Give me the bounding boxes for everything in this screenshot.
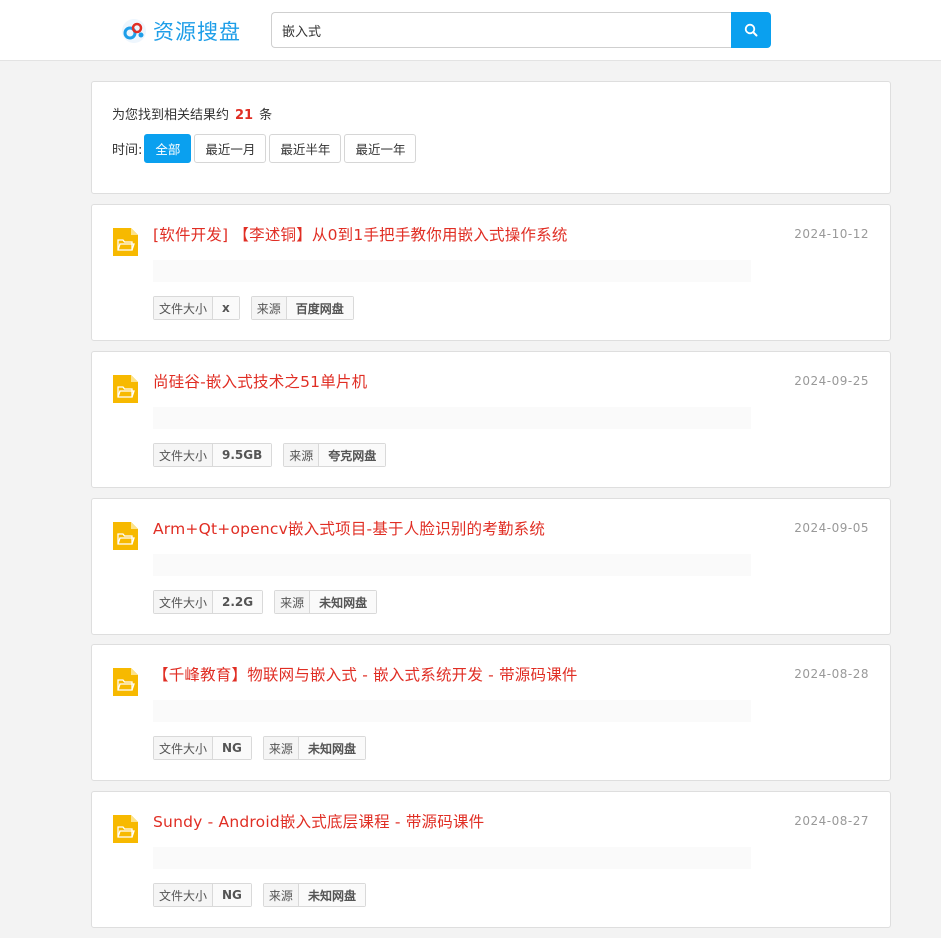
time-filter-last-month[interactable]: 最近一月	[194, 134, 267, 163]
folder-icon	[113, 668, 138, 696]
source-tag: 来源 未知网盘	[274, 590, 378, 614]
source-value: 未知网盘	[298, 737, 365, 759]
result-date: 2024-08-28	[794, 667, 869, 681]
logo-text: 资源搜盘	[153, 20, 241, 44]
source-tag: 来源 未知网盘	[262, 736, 366, 760]
time-filter-last-half-year[interactable]: 最近半年	[269, 134, 342, 163]
result-snippet-placeholder	[153, 260, 751, 282]
result-count-suffix: 条	[259, 108, 273, 123]
file-size-tag: 文件大小 2.2G	[153, 590, 264, 614]
file-size-value: x	[213, 297, 239, 319]
time-filter-label: 时间:	[112, 143, 143, 158]
result-snippet-placeholder	[153, 847, 751, 869]
file-size-value: NG	[213, 737, 251, 759]
result-count-prefix: 为您找到相关结果约	[112, 108, 230, 123]
folder-icon	[113, 375, 138, 403]
source-label: 来源	[263, 737, 299, 759]
source-label: 来源	[275, 591, 311, 613]
result-date: 2024-09-25	[794, 374, 869, 388]
file-size-label: 文件大小	[154, 591, 214, 613]
file-size-tag: 文件大小 NG	[153, 736, 252, 760]
result-meta: 文件大小 NG 来源 未知网盘	[153, 736, 377, 760]
site-logo[interactable]: 资源搜盘	[121, 16, 241, 46]
result-date: 2024-10-12	[794, 227, 869, 241]
result-title-link[interactable]: 【千峰教育】物联网与嵌入式 - 嵌入式系统开发 - 带源码课件	[153, 663, 578, 685]
file-size-tag: 文件大小 NG	[153, 883, 252, 907]
time-filter-last-year[interactable]: 最近一年	[344, 134, 417, 163]
result-title-link[interactable]: Sundy - Android嵌入式底层课程 - 带源码课件	[153, 810, 484, 832]
folder-icon	[113, 815, 138, 843]
result-meta: 文件大小 NG 来源 未知网盘	[153, 883, 377, 907]
result-meta: 文件大小 2.2G 来源 未知网盘	[153, 590, 388, 614]
file-size-label: 文件大小	[154, 737, 214, 759]
result-item: Arm+Qt+opencv嵌入式项目-基于人脸识别的考勤系统 2024-09-0…	[91, 498, 891, 635]
source-value: 夸克网盘	[319, 444, 386, 466]
result-count: 21	[235, 108, 254, 123]
result-item: [软件开发] 【李述铜】从0到1手把手教你用嵌入式操作系统 2024-10-12…	[91, 204, 891, 341]
source-value: 未知网盘	[310, 591, 377, 613]
file-size-value: 2.2G	[213, 591, 263, 613]
result-summary-panel: 为您找到相关结果约 21 条 时间: 全部 最近一月 最近半年 最近一年	[91, 81, 891, 194]
search-button[interactable]	[731, 12, 771, 48]
folder-icon	[113, 228, 138, 256]
source-value: 未知网盘	[298, 884, 365, 906]
folder-icon	[113, 522, 138, 550]
result-meta: 文件大小 9.5GB 来源 夸克网盘	[153, 443, 397, 467]
file-size-label: 文件大小	[154, 444, 214, 466]
result-snippet-placeholder	[153, 407, 751, 429]
file-size-value: NG	[213, 884, 251, 906]
source-label: 来源	[251, 297, 287, 319]
time-filter-all[interactable]: 全部	[144, 134, 192, 163]
file-size-tag: 文件大小 x	[153, 296, 240, 320]
result-item: 尚硅谷-嵌入式技术之51单片机 2024-09-25 文件大小 9.5GB 来源…	[91, 351, 891, 488]
result-snippet-placeholder	[153, 554, 751, 576]
time-filter: 时间: 全部 最近一月 最近半年 最近一年	[112, 134, 419, 163]
result-meta: 文件大小 x 来源 百度网盘	[153, 296, 365, 320]
logo-icon	[122, 19, 146, 43]
result-item: 【千峰教育】物联网与嵌入式 - 嵌入式系统开发 - 带源码课件 2024-08-…	[91, 644, 891, 781]
search-icon	[744, 23, 758, 37]
source-tag: 来源 夸克网盘	[283, 443, 387, 467]
result-item: Sundy - Android嵌入式底层课程 - 带源码课件 2024-08-2…	[91, 791, 891, 928]
source-value: 百度网盘	[286, 297, 353, 319]
result-date: 2024-08-27	[794, 814, 869, 828]
source-tag: 来源 百度网盘	[250, 296, 354, 320]
result-title-link[interactable]: 尚硅谷-嵌入式技术之51单片机	[153, 370, 367, 392]
file-size-value: 9.5GB	[213, 444, 272, 466]
result-title-link[interactable]: [软件开发] 【李述铜】从0到1手把手教你用嵌入式操作系统	[153, 223, 568, 245]
source-tag: 来源 未知网盘	[262, 883, 366, 907]
search-input[interactable]	[271, 12, 732, 48]
file-size-tag: 文件大小 9.5GB	[153, 443, 273, 467]
result-date: 2024-09-05	[794, 521, 869, 535]
result-count-text: 为您找到相关结果约 21 条	[112, 104, 272, 123]
result-title-link[interactable]: Arm+Qt+opencv嵌入式项目-基于人脸识别的考勤系统	[153, 517, 545, 539]
source-label: 来源	[284, 444, 320, 466]
source-label: 来源	[263, 884, 299, 906]
file-size-label: 文件大小	[154, 884, 214, 906]
top-bar: 资源搜盘	[0, 0, 941, 61]
file-size-label: 文件大小	[154, 297, 214, 319]
result-snippet-placeholder	[153, 700, 751, 722]
